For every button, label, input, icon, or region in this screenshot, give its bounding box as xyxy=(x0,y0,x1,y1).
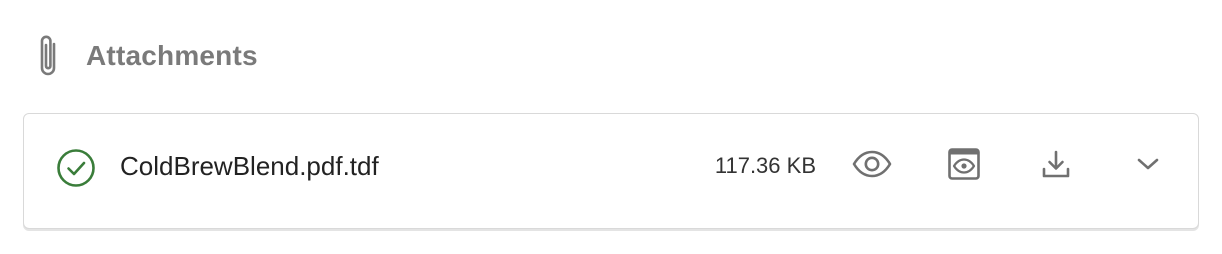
attachment-card: ColdBrewBlend.pdf.tdf 117.36 KB xyxy=(23,113,1199,229)
download-icon xyxy=(1041,149,1071,184)
attachments-panel: Attachments ColdBrewBlend.pdf.tdf 117.36… xyxy=(0,0,1222,254)
section-title: Attachments xyxy=(86,40,258,71)
attachments-header: Attachments xyxy=(28,30,258,82)
check-circle-icon xyxy=(56,148,96,188)
view-button[interactable] xyxy=(850,144,894,188)
attachment-row[interactable]: ColdBrewBlend.pdf.tdf 117.36 KB xyxy=(24,114,1198,218)
file-size: 117.36 KB xyxy=(714,153,816,178)
preview-button[interactable] xyxy=(942,144,986,188)
chevron-down-icon xyxy=(1136,156,1160,177)
expand-button[interactable] xyxy=(1126,144,1170,188)
file-name[interactable]: ColdBrewBlend.pdf.tdf xyxy=(120,150,379,182)
download-button[interactable] xyxy=(1034,144,1078,188)
preview-window-icon xyxy=(947,147,981,186)
eye-icon xyxy=(852,150,892,183)
paperclip-icon xyxy=(28,30,68,82)
